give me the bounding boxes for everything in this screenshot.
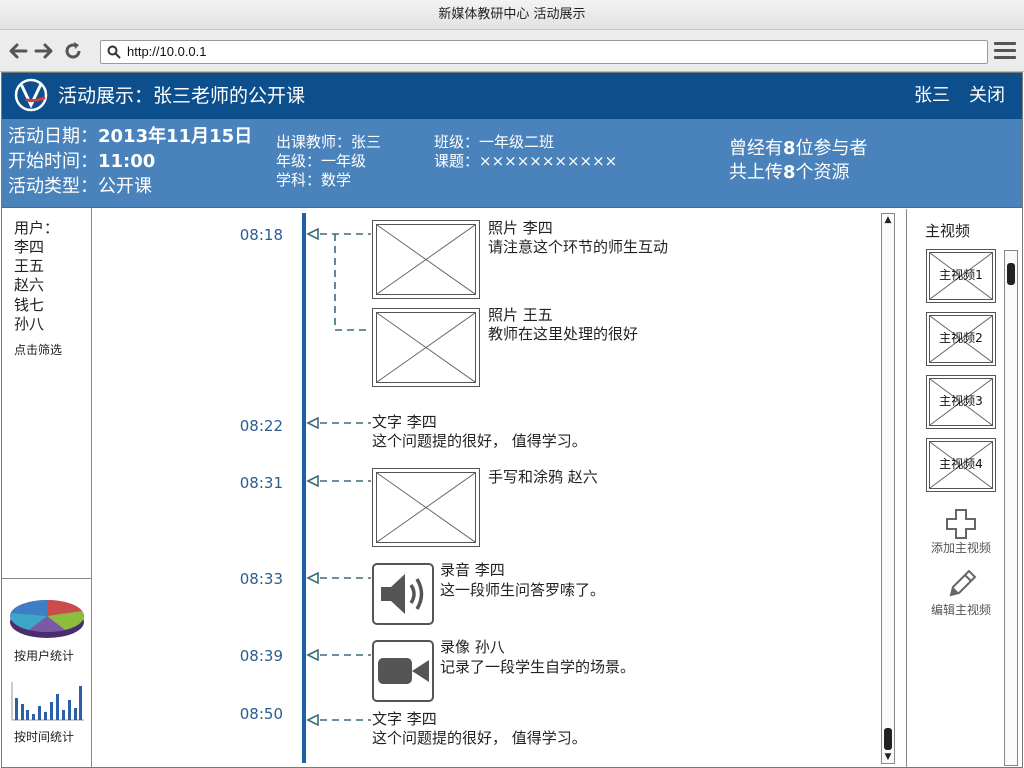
video-list-scrollbar[interactable] xyxy=(1004,250,1018,766)
activity-date: 活动日期：2013年11月15日 xyxy=(8,126,253,147)
activity-timeline: 08:18 照片 李四 请注意这个环节的师生互动 照片 王五 教师在这里处理的很… xyxy=(93,209,905,768)
logo-icon xyxy=(14,78,48,112)
resources-summary: 共上传8个资源 xyxy=(729,162,850,183)
video-label: 主视频3 xyxy=(939,394,983,408)
photo-thumbnail[interactable] xyxy=(372,308,480,387)
forward-arrow-icon[interactable] xyxy=(34,40,54,62)
video-label: 主视频4 xyxy=(939,457,983,471)
entry-text: 教师在这里处理的很好 xyxy=(488,325,639,343)
timeline-time: 08:22 xyxy=(239,417,283,435)
activity-info-band: 活动日期：2013年11月15日 开始时间：11:00 活动类型：公开课 出课教… xyxy=(2,119,1022,208)
scroll-thumb[interactable] xyxy=(1007,263,1015,285)
search-icon xyxy=(107,45,121,59)
timeline-connectors xyxy=(306,227,371,727)
bar-chart-icon[interactable] xyxy=(10,680,86,722)
entry-title: 照片 李四 xyxy=(488,219,553,237)
stat-by-user-label[interactable]: 按用户统计 xyxy=(14,647,74,664)
edit-main-video-button[interactable]: 编辑主视频 xyxy=(919,601,1003,618)
stat-by-time-label[interactable]: 按时间统计 xyxy=(14,728,74,745)
entry-title: 手写和涂鸦 赵六 xyxy=(488,468,598,486)
left-divider xyxy=(2,578,92,579)
main-video-thumbnail[interactable]: 主视频1 xyxy=(926,249,996,303)
address-bar[interactable]: http://10.0.0.1 xyxy=(100,40,988,64)
reload-icon[interactable] xyxy=(63,40,83,62)
user-filter-item[interactable]: 李四 xyxy=(14,238,44,257)
entry-text: 请注意这个环节的师生互动 xyxy=(488,238,669,256)
add-main-video-button[interactable]: 添加主视频 xyxy=(919,539,1003,556)
entry-text: 这个问题提的很好， 值得学习。 xyxy=(372,432,587,450)
pie-chart-icon[interactable] xyxy=(9,595,87,643)
app-header: 活动展示：张三老师的公开课 张三 关闭 xyxy=(2,73,1022,119)
current-user[interactable]: 张三 xyxy=(914,73,950,119)
entry-title: 录音 李四 xyxy=(440,561,505,579)
user-filter-item[interactable]: 赵六 xyxy=(14,276,44,295)
entry-text: 记录了一段学生自学的场景。 xyxy=(440,658,636,676)
timeline-scrollbar[interactable]: ▲ ▼ xyxy=(881,213,895,764)
close-button[interactable]: 关闭 xyxy=(969,73,1005,119)
video-label: 主视频2 xyxy=(939,331,983,345)
timeline-time: 08:33 xyxy=(239,570,283,588)
timeline-time: 08:31 xyxy=(239,474,283,492)
hamburger-menu-icon[interactable] xyxy=(994,42,1016,62)
photo-thumbnail[interactable] xyxy=(372,220,480,299)
main-video-thumbnail[interactable]: 主视频2 xyxy=(926,312,996,366)
grade-info: 年级：一年级 xyxy=(276,152,367,170)
entry-text: 这个问题提的很好， 值得学习。 xyxy=(372,729,587,747)
participants-summary: 曾经有8位参与者 xyxy=(729,138,868,159)
teacher-info: 出课教师：张三 xyxy=(276,133,382,151)
scroll-up-icon[interactable]: ▲ xyxy=(883,215,893,225)
entry-title: 照片 王五 xyxy=(488,306,553,324)
main-video-thumbnail[interactable]: 主视频3 xyxy=(926,375,996,429)
user-filter-item[interactable]: 王五 xyxy=(14,257,44,276)
user-filter-item[interactable]: 钱七 xyxy=(14,296,44,315)
filter-link[interactable]: 点击筛选 xyxy=(14,341,62,358)
speaker-icon[interactable] xyxy=(372,563,434,625)
window-title: 新媒体教研中心 活动展示 xyxy=(0,0,1024,30)
entry-title: 录像 孙八 xyxy=(440,638,505,656)
scroll-down-icon[interactable]: ▼ xyxy=(883,752,893,762)
back-arrow-icon[interactable] xyxy=(8,40,28,62)
user-filter-item[interactable]: 孙八 xyxy=(14,315,44,334)
url-text: http://10.0.0.1 xyxy=(127,44,207,59)
subject-info: 学科：数学 xyxy=(276,171,352,189)
left-filter-panel: 用户： 李四 王五 赵六 钱七 孙八 点击筛选 按用户统计 按时间统计 xyxy=(2,208,92,768)
users-label: 用户： xyxy=(14,219,60,237)
timeline-time: 08:18 xyxy=(239,226,283,244)
start-time: 开始时间：11:00 xyxy=(8,151,156,172)
activity-type: 活动类型：公开课 xyxy=(8,176,152,197)
add-icon[interactable] xyxy=(944,507,978,541)
scroll-thumb[interactable] xyxy=(884,728,892,750)
page-title: 活动展示：张三老师的公开课 xyxy=(58,85,306,107)
main-video-panel: 主视频 主视频1 主视频2 主视频3 主视频4 添加主视频 编辑主视频 xyxy=(906,209,1022,768)
handwriting-thumbnail[interactable] xyxy=(372,468,480,547)
video-camera-icon[interactable] xyxy=(372,640,434,702)
browser-toolbar: http://10.0.0.1 xyxy=(0,30,1024,72)
main-video-thumbnail[interactable]: 主视频4 xyxy=(926,438,996,492)
entry-text: 这一段师生问答罗嗦了。 xyxy=(440,581,606,599)
topic-info: 课题：××××××××××× xyxy=(434,152,618,170)
main-video-title: 主视频 xyxy=(925,222,971,240)
class-info: 班级：一年级二班 xyxy=(434,133,555,151)
timeline-time: 08:39 xyxy=(239,647,283,665)
entry-title: 文字 李四 xyxy=(372,710,437,728)
pencil-icon[interactable] xyxy=(945,567,979,601)
timeline-time: 08:50 xyxy=(239,705,283,723)
video-label: 主视频1 xyxy=(939,268,983,282)
entry-title: 文字 李四 xyxy=(372,413,437,431)
